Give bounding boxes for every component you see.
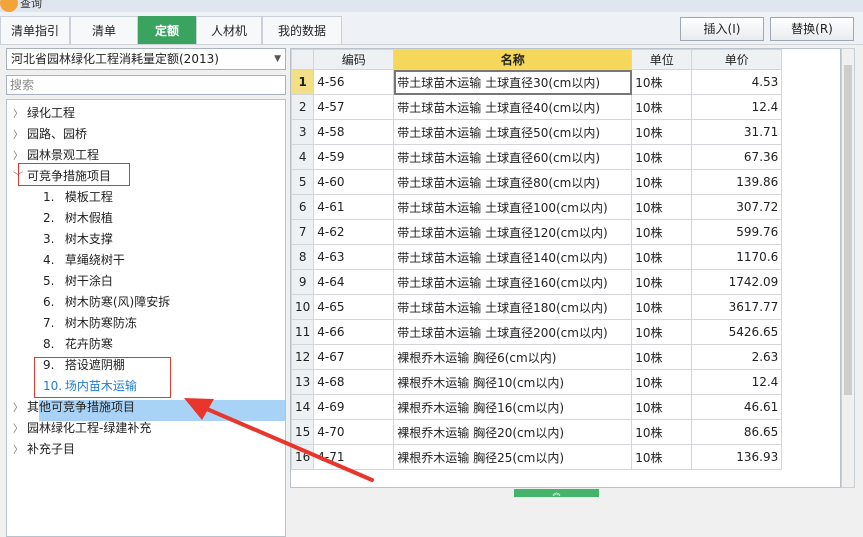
tree-child-item[interactable]: 8. 花卉防寒 [43, 334, 113, 354]
insert-button[interactable]: 插入(I) [680, 17, 764, 41]
search-input[interactable] [7, 76, 283, 94]
tab-labor-material[interactable]: 人材机 [196, 16, 262, 44]
tree-item[interactable]: 〉补充子目 [13, 439, 75, 459]
dropdown-arrow-icon[interactable]: ▼ [274, 49, 281, 69]
tab-my-data[interactable]: 我的数据 [262, 16, 342, 44]
table-row[interactable]: 4 4-59 带土球苗木运输 土球直径60(cm以内) 10株 67.36 [291, 144, 783, 170]
scrollbar-thumb[interactable] [844, 65, 852, 395]
column-header-price[interactable]: 单价 [691, 49, 783, 70]
quota-library-select[interactable]: 河北省园林绿化工程消耗量定额(2013) ▼ [6, 48, 286, 70]
chevron-right-icon[interactable]: 〉 [13, 399, 27, 419]
table-row[interactable]: 15 4-70 裸根乔木运输 胸径20(cm以内) 10株 86.65 [291, 419, 783, 445]
tree-item[interactable]: 〉其他可竞争措施项目 [13, 397, 135, 417]
tab-list-guide[interactable]: 清单指引 [0, 16, 70, 44]
panel-expand-handle[interactable]: ︽ [514, 489, 599, 497]
tree-child-item[interactable]: 3. 树木支撑 [43, 229, 113, 249]
table-row[interactable]: 1 4-56 带土球苗木运输 土球直径30(cm以内) 10株 4.53 [291, 69, 783, 95]
quota-library-value: 河北省园林绿化工程消耗量定额(2013) [11, 52, 219, 66]
tree-item[interactable]: 〉园林绿化工程-绿建补充 [13, 418, 151, 438]
annotation-box [18, 163, 130, 186]
search-box[interactable] [6, 75, 286, 95]
quota-grid: 编码 名称 单位 单价 1 4-56 带土球苗木运输 土球直径30(cm以内) 10株… [290, 48, 841, 488]
table-row[interactable]: 10 4-65 带土球苗木运输 土球直径180(cm以内) 10株 3617.77 [291, 294, 783, 320]
tree-child-item[interactable]: 6. 树木防寒(风)障安拆 [43, 292, 170, 312]
table-row[interactable]: 3 4-58 带土球苗木运输 土球直径50(cm以内) 10株 31.71 [291, 119, 783, 145]
replace-button[interactable]: 替换(R) [770, 17, 854, 41]
chevron-right-icon[interactable]: 〉 [13, 105, 27, 125]
tree-child-item[interactable]: 7. 树木防寒防冻 [43, 313, 137, 333]
column-header-code[interactable]: 编码 [313, 49, 395, 70]
table-row[interactable]: 2 4-57 带土球苗木运输 土球直径40(cm以内) 10株 12.4 [291, 94, 783, 120]
table-row[interactable]: 16 4-71 裸根乔木运输 胸径25(cm以内) 10株 136.93 [291, 444, 783, 470]
title-bar: 查询 [0, 0, 863, 12]
chevron-right-icon[interactable]: 〉 [13, 126, 27, 146]
table-row[interactable]: 14 4-69 裸根乔木运输 胸径16(cm以内) 10株 46.61 [291, 394, 783, 420]
left-panel: 河北省园林绿化工程消耗量定额(2013) ▼ 〉绿化工程 〉园路、园桥 〉园林景… [6, 48, 288, 537]
tree-child-item[interactable]: 5. 树干涂白 [43, 271, 113, 291]
tree-child-item[interactable]: 4. 草绳绕树干 [43, 250, 125, 270]
table-row[interactable]: 8 4-63 带土球苗木运输 土球直径140(cm以内) 10株 1170.6 [291, 244, 783, 270]
column-header-name[interactable]: 名称 [393, 49, 633, 70]
tab-list[interactable]: 清单 [70, 16, 138, 44]
tree-child-item[interactable]: 2. 树木假植 [43, 208, 113, 228]
tree-item[interactable]: 〉园路、园桥 [13, 124, 87, 144]
table-row[interactable]: 5 4-60 带土球苗木运输 土球直径80(cm以内) 10株 139.86 [291, 169, 783, 195]
tree-item[interactable]: 〉绿化工程 [13, 103, 75, 123]
table-row[interactable]: 11 4-66 带土球苗木运输 土球直径200(cm以内) 10株 5426.65 [291, 319, 783, 345]
chevron-right-icon[interactable]: 〉 [13, 420, 27, 440]
table-row[interactable]: 12 4-67 裸根乔木运输 胸径6(cm以内) 10株 2.63 [291, 344, 783, 370]
app-logo-icon [0, 0, 18, 12]
annotation-box [34, 357, 171, 398]
table-header-row: 编码 名称 单位 单价 [291, 49, 783, 70]
vertical-scrollbar[interactable] [841, 48, 855, 488]
window-title: 查询 [20, 0, 42, 10]
tree-child-item[interactable]: 1. 模板工程 [43, 187, 113, 207]
table-row[interactable]: 7 4-62 带土球苗木运输 土球直径120(cm以内) 10株 599.76 [291, 219, 783, 245]
table-row[interactable]: 13 4-68 裸根乔木运输 胸径10(cm以内) 10株 12.4 [291, 369, 783, 395]
quota-table: 编码 名称 单位 单价 1 4-56 带土球苗木运输 土球直径30(cm以内) 10株… [291, 49, 783, 470]
table-row[interactable]: 6 4-61 带土球苗木运输 土球直径100(cm以内) 10株 307.72 [291, 194, 783, 220]
table-row[interactable]: 9 4-64 带土球苗木运输 土球直径160(cm以内) 10株 1742.09 [291, 269, 783, 295]
chevron-right-icon[interactable]: 〉 [13, 441, 27, 461]
column-header-unit[interactable]: 单位 [631, 49, 693, 70]
column-header-rownum [291, 49, 315, 70]
tree-item[interactable]: 〉园林景观工程 [13, 145, 99, 165]
tab-quota[interactable]: 定额 [138, 16, 196, 44]
